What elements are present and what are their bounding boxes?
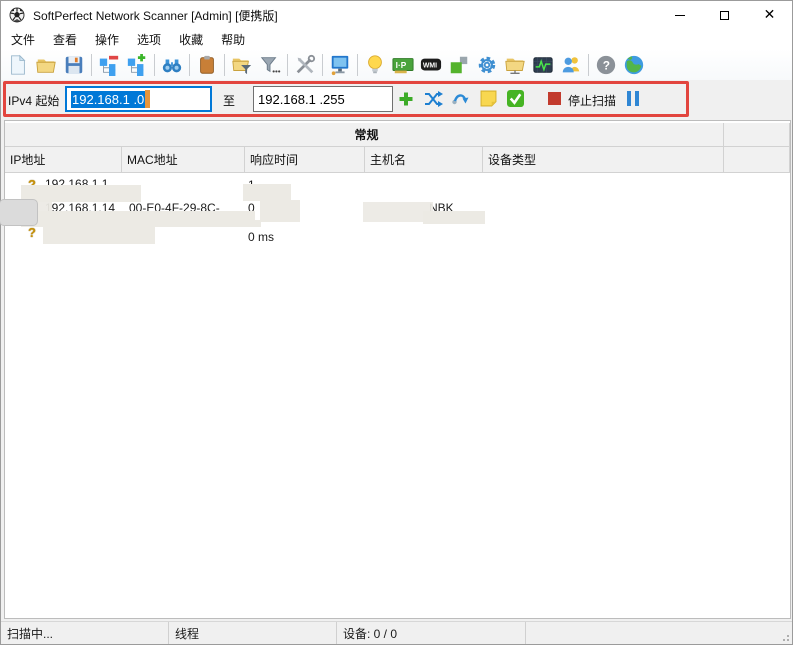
column-header-hostname[interactable]: 主机名 [365, 147, 483, 173]
column-header-filler [724, 147, 790, 173]
find-binoculars-icon[interactable] [159, 52, 185, 78]
save-icon[interactable] [61, 52, 87, 78]
app-window: SoftPerfect Network Scanner [Admin] [便携版… [0, 0, 793, 645]
maximize-button[interactable] [702, 1, 747, 29]
filter-folder-icon[interactable] [229, 52, 255, 78]
ipv4-start-input[interactable]: 192.168.1 .0 [65, 86, 212, 112]
expand-tree-icon[interactable] [124, 52, 150, 78]
menu-help[interactable]: 帮助 [212, 29, 254, 50]
tools-icon[interactable] [292, 52, 318, 78]
stop-icon[interactable] [548, 92, 561, 105]
window-title: SoftPerfect Network Scanner [Admin] [便携版… [33, 8, 278, 23]
random-shuffle-icon[interactable] [424, 90, 443, 108]
new-document-icon[interactable] [5, 52, 31, 78]
row-response-time[interactable]: 0 ms [248, 230, 274, 244]
toolbar-separator [224, 53, 225, 76]
resize-grip[interactable] [780, 632, 790, 642]
title-bar: SoftPerfect Network Scanner [Admin] [便携版… [1, 1, 792, 29]
minimize-icon [674, 14, 685, 16]
group-header-general[interactable]: 常规 [5, 123, 724, 147]
content-area: 常规 IP地址 MAC地址 响应时间 主机名 设备类型 ? 192.168.1.… [0, 118, 792, 621]
toolbar-separator [322, 53, 323, 76]
redaction-mosaic [423, 211, 485, 224]
menu-view[interactable]: 查看 [44, 29, 86, 50]
add-range-icon[interactable] [398, 91, 414, 107]
close-icon: ✕ [763, 7, 776, 23]
menu-file[interactable]: 文件 [2, 29, 44, 50]
trace-route-icon[interactable] [452, 92, 470, 106]
selected-text: 192.168.1 .0 [71, 90, 146, 108]
end-value-text: 192.168.1 .255 [258, 91, 345, 107]
toolbar-separator [287, 53, 288, 76]
status-scanning: 扫描中... [1, 622, 169, 644]
open-file-icon[interactable] [33, 52, 59, 78]
status-threads: 线程 [169, 622, 337, 644]
shared-folder-icon[interactable] [502, 52, 528, 78]
activity-monitor-icon[interactable] [530, 52, 556, 78]
collapse-tree-icon[interactable] [96, 52, 122, 78]
ipv4-start-label: IPv4 起始 [8, 94, 60, 108]
column-header-mac[interactable]: MAC地址 [122, 147, 245, 173]
ipv4-end-input[interactable]: 192.168.1 .255 [253, 86, 393, 112]
menu-options[interactable]: 选项 [128, 29, 170, 50]
close-button[interactable]: ✕ [747, 1, 792, 29]
redaction-mosaic [243, 220, 261, 227]
scan-range-bar: IPv4 起始 192.168.1 .0 至 192.168.1 .255 停止… [1, 80, 792, 118]
settings-gear-icon[interactable] [474, 52, 500, 78]
toolbar-separator [189, 53, 190, 76]
wmi-icon[interactable]: WMI [418, 52, 444, 78]
status-filler [526, 622, 792, 644]
results-grid: 常规 IP地址 MAC地址 响应时间 主机名 设备类型 ? 192.168.1.… [0, 120, 791, 619]
web-globe-icon[interactable] [621, 52, 647, 78]
redaction-mosaic [21, 211, 255, 227]
paste-clipboard-icon[interactable] [194, 52, 220, 78]
remote-computer-icon[interactable] [327, 52, 353, 78]
checkbox-check-icon[interactable] [507, 90, 524, 107]
unknown-device-icon: ? [28, 225, 36, 240]
toolbar-separator [357, 53, 358, 76]
filter-more-icon[interactable] [257, 52, 283, 78]
minimize-button[interactable] [657, 1, 702, 29]
toolbar-separator [91, 53, 92, 76]
help-icon[interactable]: ? [593, 52, 619, 78]
users-icon[interactable] [558, 52, 584, 78]
toolbar-separator [588, 53, 589, 76]
stop-scan-button[interactable]: 停止扫描 [568, 92, 616, 109]
toolbar-separator [154, 53, 155, 76]
green-blocks-icon[interactable] [446, 52, 472, 78]
menu-bookmarks[interactable]: 收藏 [170, 29, 212, 50]
svg-text:I·P: I·P [396, 60, 407, 69]
svg-text:?: ? [603, 58, 610, 72]
redaction-pill [0, 199, 38, 226]
to-label: 至 [223, 94, 236, 108]
hints-bulb-icon[interactable] [362, 52, 388, 78]
toolbar: I·P WMI ? [1, 49, 792, 80]
column-header-device-type[interactable]: 设备类型 [483, 147, 724, 173]
redaction-mosaic [43, 226, 155, 244]
menu-bar: 文件 查看 操作 选项 收藏 帮助 [1, 29, 792, 49]
redaction-mosaic [243, 184, 291, 201]
redaction-mosaic [21, 185, 141, 202]
pause-icon[interactable] [627, 91, 639, 106]
menu-actions[interactable]: 操作 [86, 29, 128, 50]
svg-text:WMI: WMI [423, 62, 437, 69]
column-header-ip[interactable]: IP地址 [5, 147, 122, 173]
maximize-icon [720, 10, 729, 20]
text-caret [145, 90, 151, 108]
redaction-mosaic [260, 200, 300, 222]
status-devices: 设备: 0 / 0 [337, 622, 526, 644]
note-icon[interactable] [480, 90, 497, 107]
column-header-response-time[interactable]: 响应时间 [245, 147, 365, 173]
status-bar: 扫描中... 线程 设备: 0 / 0 [1, 621, 792, 644]
app-soccer-icon [9, 7, 25, 23]
ip-card-icon[interactable]: I·P [390, 52, 416, 78]
group-header-filler [724, 123, 790, 147]
